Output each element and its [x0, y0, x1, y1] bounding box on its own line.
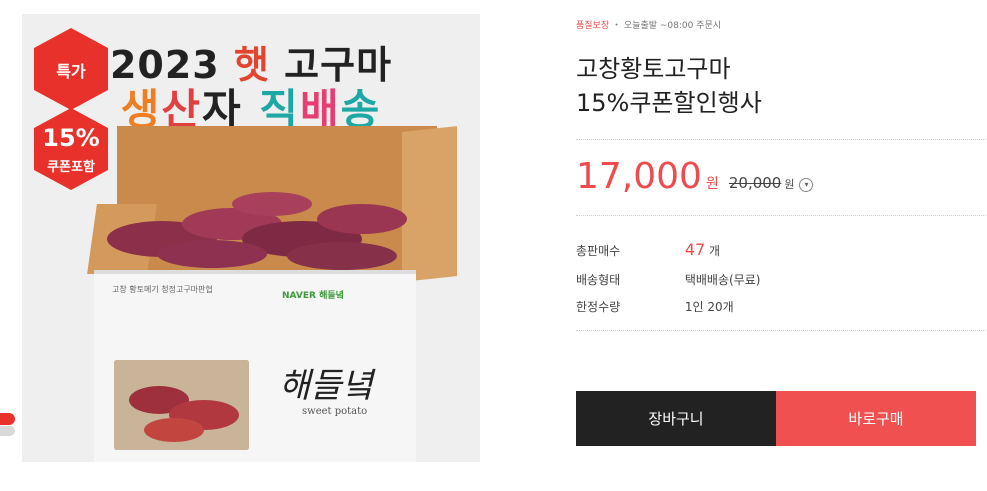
side-scroll-tab-secondary[interactable]: [0, 426, 15, 436]
box-potato-photo: [114, 360, 249, 450]
limit-value: 1인 20개: [684, 300, 734, 314]
total-sales-unit: 개: [709, 244, 721, 258]
quality-label: 품질보장: [576, 21, 610, 31]
title-line-1: 고창황토고구마: [576, 55, 731, 83]
special-deal-badge: 특가: [28, 26, 114, 112]
sale-price-unit: 원: [705, 176, 719, 192]
product-meta: 품질보장 ・ 오늘출발 ~08:00 주문시: [576, 18, 721, 31]
price-block: 17,000 원 20,000 원 ▾: [576, 156, 814, 197]
box-brand-text: 고창 황토메기 청정고구마판협: [112, 285, 213, 294]
meta-dot: ・: [612, 21, 622, 31]
product-title: 고창황토고구마 15%쿠폰할인행사: [576, 52, 762, 120]
product-image: 2023 햇 고구마 생산자 직배송 고창 황토메기 청정고구마판협 NAVER…: [22, 14, 480, 462]
total-sales-label: 총판매수: [576, 244, 621, 258]
divider: [576, 215, 986, 216]
sweet-potatoes-illustration: [107, 192, 407, 270]
box-front: 고창 황토메기 청정고구마판협 NAVER 해들녘 해들녘 sweet pota…: [94, 270, 416, 462]
add-to-cart-button[interactable]: 장바구니: [576, 391, 776, 446]
box-script-logo: 해들녘: [279, 366, 373, 406]
original-price: 20,000: [728, 174, 782, 192]
total-sales-row: 총판매수 47 개: [576, 240, 720, 259]
buy-now-button[interactable]: 바로구매: [776, 391, 976, 446]
title-line-2: 15%쿠폰할인행사: [576, 89, 762, 117]
coupon-badge: 15% 쿠폰포함: [28, 106, 114, 192]
side-scroll-tab[interactable]: [0, 413, 15, 425]
box-script-subtitle: sweet potato: [302, 406, 368, 417]
total-sales-value: 47: [684, 240, 706, 259]
shipping-note: 오늘출발 ~08:00 주문시: [623, 21, 722, 31]
box-naver-label: NAVER 해들녘: [282, 291, 344, 301]
limit-label: 한정수량: [576, 300, 621, 314]
sale-price: 17,000: [576, 156, 702, 197]
original-price-unit: 원: [784, 178, 795, 191]
divider: [576, 139, 986, 140]
delivery-value: 택배배송(무료): [684, 273, 761, 287]
delivery-row: 배송형태 택배배송(무료): [576, 271, 760, 288]
delivery-label: 배송형태: [576, 273, 621, 287]
limit-row: 한정수량 1인 20개: [576, 298, 734, 315]
info-icon[interactable]: ▾: [799, 178, 814, 192]
divider: [576, 330, 986, 331]
